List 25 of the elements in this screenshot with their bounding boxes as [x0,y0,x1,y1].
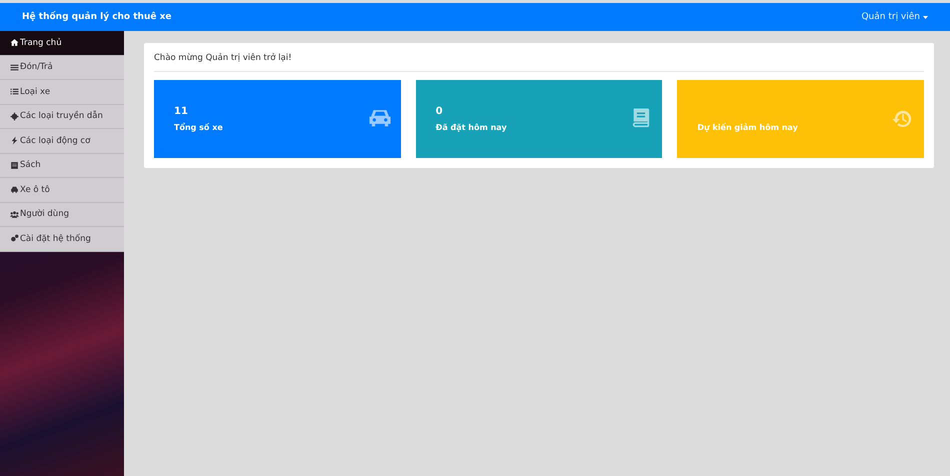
stat-label: Dự kiến giảm hôm nay [697,123,798,132]
welcome-text: Chào mừng Quản trị viên trở lại! [154,43,924,72]
sidebar-item[interactable]: Sách [0,154,124,178]
sidebar-item[interactable]: Cài đặt hệ thống [0,227,124,252]
table-list-icon [10,62,19,72]
list-icon [10,87,19,96]
sidebar-item[interactable]: Xe ô tô [0,178,124,202]
sidebar-item[interactable]: Đón/Trả [0,56,124,80]
sidebar-item[interactable]: Trang chủ [0,31,124,56]
stat-label: Tổng số xe [174,123,223,132]
stat-value: 11 [174,106,189,117]
sidebar-item[interactable]: Loại xe [0,80,124,104]
book-icon [10,160,19,170]
sidebar-item[interactable]: Người dùng [0,202,124,227]
users-icon [10,210,19,219]
user-menu[interactable]: Quản trị viên [861,12,928,22]
sidebar-item[interactable]: Các loại truyền dẫn [0,104,124,129]
sidebar-item[interactable]: Các loại động cơ [0,129,124,154]
bolt-icon [10,136,19,146]
stat-value: 0 [436,106,444,117]
home-icon [10,38,19,48]
app-title: Hệ thống quản lý cho thuê xe [22,12,172,22]
car-icon [10,185,19,194]
stat-label: Đã đặt hôm nay [436,123,507,132]
caret-icon [923,16,928,18]
